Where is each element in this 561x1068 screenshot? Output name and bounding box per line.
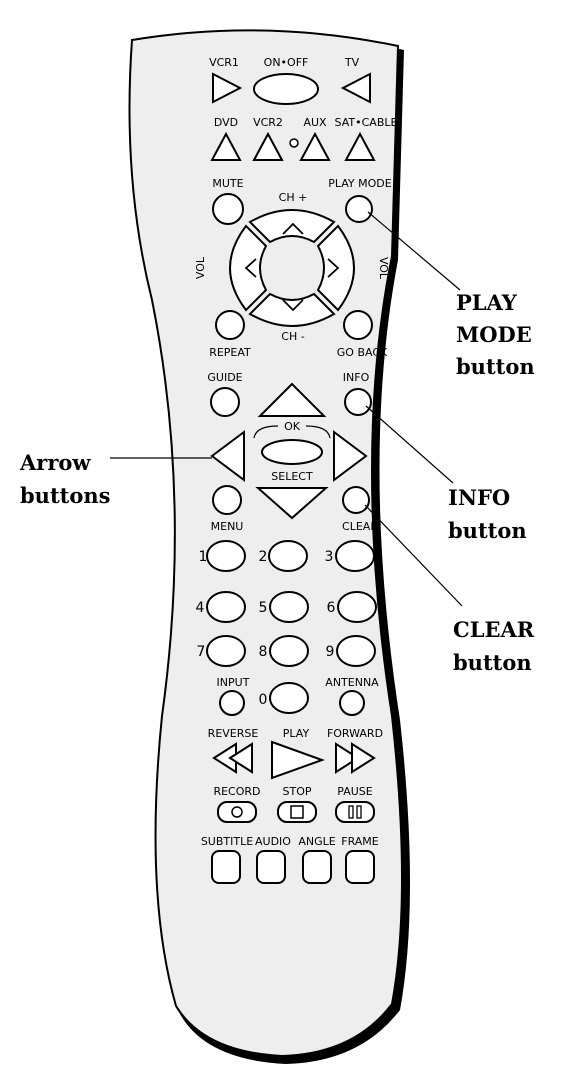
ok-label: OK [284,420,301,433]
pause-icon-right [356,805,362,819]
digit-7-label: 7 [197,644,206,660]
on-off-label: ON•OFF [264,56,309,69]
record-label: RECORD [213,785,260,798]
remote-diagram: VCR1 ON•OFF TV DVD VCR2 AUX SAT•CABLE MU… [19,29,535,1065]
pause-button[interactable] [335,801,375,823]
info-callout-line-2: button [448,518,527,543]
digit-0-button[interactable] [269,682,309,714]
frame-label: FRAME [341,835,379,848]
play-mode-label: PLAY MODE [328,177,392,190]
pause-label: PAUSE [337,785,372,798]
ch-minus-label: CH - [281,330,304,343]
ch-plus-label: CH + [279,191,308,204]
audio-button[interactable] [256,850,286,884]
stop-label: STOP [283,785,312,798]
subtitle-button[interactable] [211,850,241,884]
clear-button[interactable] [342,486,370,514]
digit-8-button[interactable] [269,635,309,667]
guide-label: GUIDE [207,371,242,384]
digit-5-label: 5 [259,600,268,616]
clear-label: CLEAR [342,520,378,533]
digit-9-label: 9 [326,644,335,660]
digit-2-button[interactable] [268,540,308,572]
vcr1-label: VCR1 [209,56,239,69]
guide-button[interactable] [210,387,240,417]
record-icon [231,806,243,818]
input-label: INPUT [217,676,250,689]
digit-6-label: 6 [327,600,336,616]
digit-5-button[interactable] [269,591,309,623]
play-mode-callout-line-2: MODE [456,322,532,347]
subtitle-label: SUBTITLE [201,835,253,848]
select-label: SELECT [271,470,313,483]
menu-button[interactable] [212,485,242,515]
digit-9-button[interactable] [336,635,376,667]
digit-8-label: 8 [259,644,268,660]
arrow-callout-line-2: buttons [20,483,110,508]
frame-button[interactable] [345,850,375,884]
sat-cable-label: SAT•CABLE [335,116,398,129]
clear-callout-line-1: CLEAR [453,617,535,642]
repeat-label: REPEAT [209,346,251,359]
dvd-label: DVD [214,116,238,129]
play-mode-button[interactable] [345,195,373,223]
play-mode-callout-line-1: PLAY [456,290,518,315]
forward-label: FORWARD [327,727,383,740]
play-label: PLAY [283,727,310,740]
digit-2-label: 2 [259,549,268,565]
pause-icon-left [348,805,354,819]
mute-label: MUTE [212,177,243,190]
clear-callout-line-2: button [453,650,532,675]
digit-4-label: 4 [196,600,205,616]
vcr2-label: VCR2 [253,116,283,129]
reverse-label: REVERSE [208,727,259,740]
vol-left-label: VOL [194,256,207,279]
digit-0-label: 0 [259,692,268,708]
digit-1-button[interactable] [206,540,246,572]
go-back-button[interactable] [343,310,373,340]
repeat-button[interactable] [215,310,245,340]
antenna-button[interactable] [339,690,365,716]
input-button[interactable] [219,690,245,716]
digit-3-button[interactable] [335,540,375,572]
go-back-label: GO BACK [337,346,388,359]
aux-label: AUX [303,116,327,129]
info-label: INFO [343,371,370,384]
info-button[interactable] [344,388,372,416]
stop-icon [290,805,304,819]
angle-label: ANGLE [298,835,335,848]
digit-4-button[interactable] [206,591,246,623]
on-off-button[interactable] [253,73,319,105]
indicator-light [289,138,299,148]
arrow-callout-line-1: Arrow [19,450,91,475]
audio-label: AUDIO [255,835,291,848]
mute-button[interactable] [212,193,244,225]
digit-7-button[interactable] [206,635,246,667]
info-callout-line-1: INFO [448,485,510,510]
tv-label: TV [344,56,360,69]
antenna-label: ANTENNA [325,676,379,689]
digit-3-label: 3 [325,549,334,565]
vol-right-label: VOL [377,257,390,280]
ok-button[interactable] [261,439,323,465]
menu-label: MENU [211,520,244,533]
play-mode-callout-line-3: button [456,354,535,379]
digit-6-button[interactable] [337,591,377,623]
angle-button[interactable] [302,850,332,884]
